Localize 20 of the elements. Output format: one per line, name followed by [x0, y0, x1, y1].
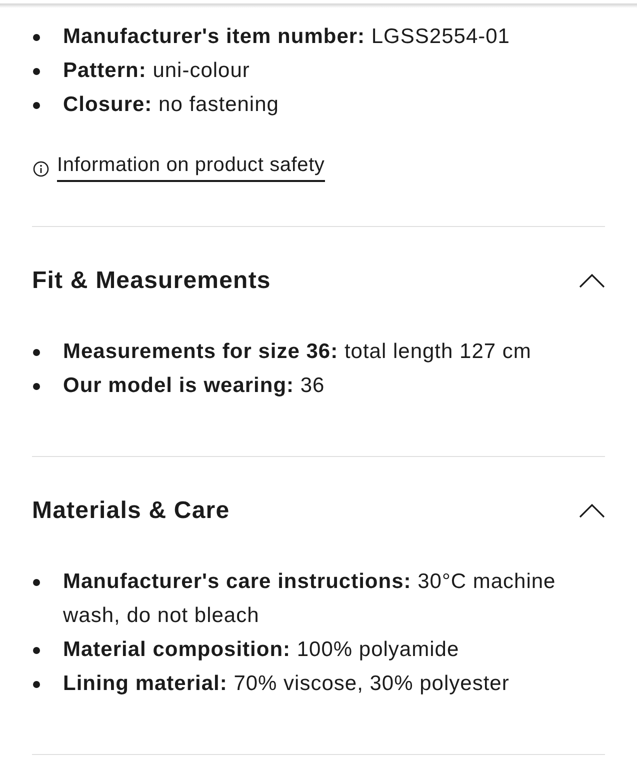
bullet-icon: [33, 68, 40, 74]
accordion-header[interactable]: Fit & Measurements: [32, 254, 605, 308]
detail-text: Manufacturer's care instructions: 30°C machine wash, do not bleach: [63, 569, 557, 629]
bullet-icon: [33, 646, 40, 654]
bullet-icon: [33, 34, 40, 40]
detail-text: Closure: no fastening: [63, 92, 279, 118]
bullet-icon: [33, 102, 40, 108]
bullet-icon: [33, 348, 40, 356]
accordion-header[interactable]: Materials & Care: [32, 484, 605, 538]
detail-text: Our model is wearing: 36: [63, 373, 325, 399]
detail-text: Measurements for size 36: total length 127 cm: [63, 339, 532, 365]
detail-text: Manufacturer's item number: LGSS2554-01: [63, 24, 510, 50]
detail-text: Pattern: uni-colour: [63, 58, 250, 84]
bullet-icon: [33, 382, 40, 390]
product-safety-link[interactable]: Information on product safety: [57, 152, 325, 182]
bullet-icon: [33, 680, 40, 688]
bullet-icon: [33, 578, 40, 586]
detail-text: Lining material: 70% viscose, 30% polyester: [63, 671, 510, 697]
info-icon: [33, 161, 49, 177]
detail-text: Material composition: 100% polyamide: [63, 637, 460, 663]
